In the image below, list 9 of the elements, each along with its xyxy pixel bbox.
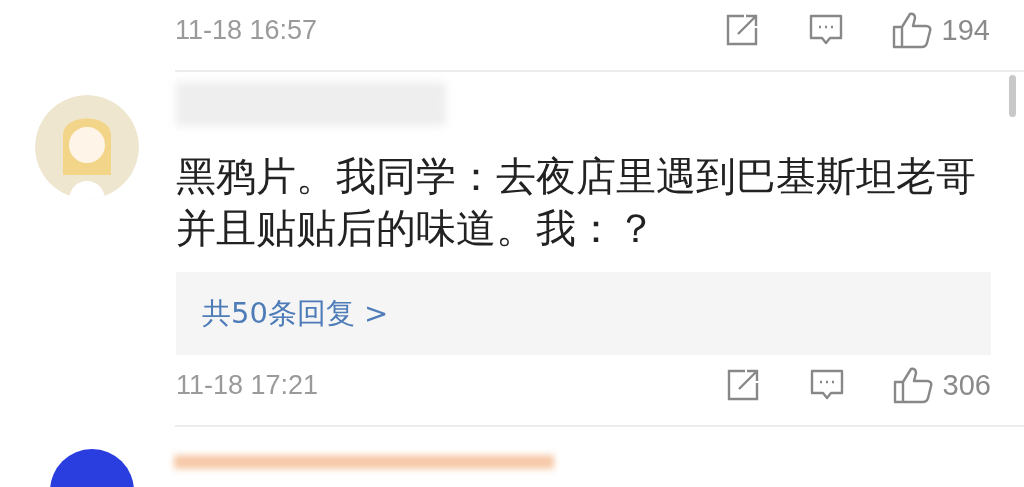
like-count: 306 [942, 368, 991, 402]
like-count: 194 [941, 13, 990, 47]
timestamp: 11-18 16:57 [175, 14, 318, 46]
thumbs-up-icon[interactable] [892, 366, 933, 404]
scrollbar[interactable] [1009, 75, 1016, 117]
replies-link[interactable]: 共50条回复 > [176, 272, 991, 355]
comment-text: 黑鸦片。我同学：去夜店里遇到巴基斯坦老哥并且贴贴后的味道。我：？ [176, 152, 977, 253]
timestamp: 11-18 17:21 [176, 369, 319, 401]
thumbs-up-icon[interactable] [891, 11, 932, 49]
